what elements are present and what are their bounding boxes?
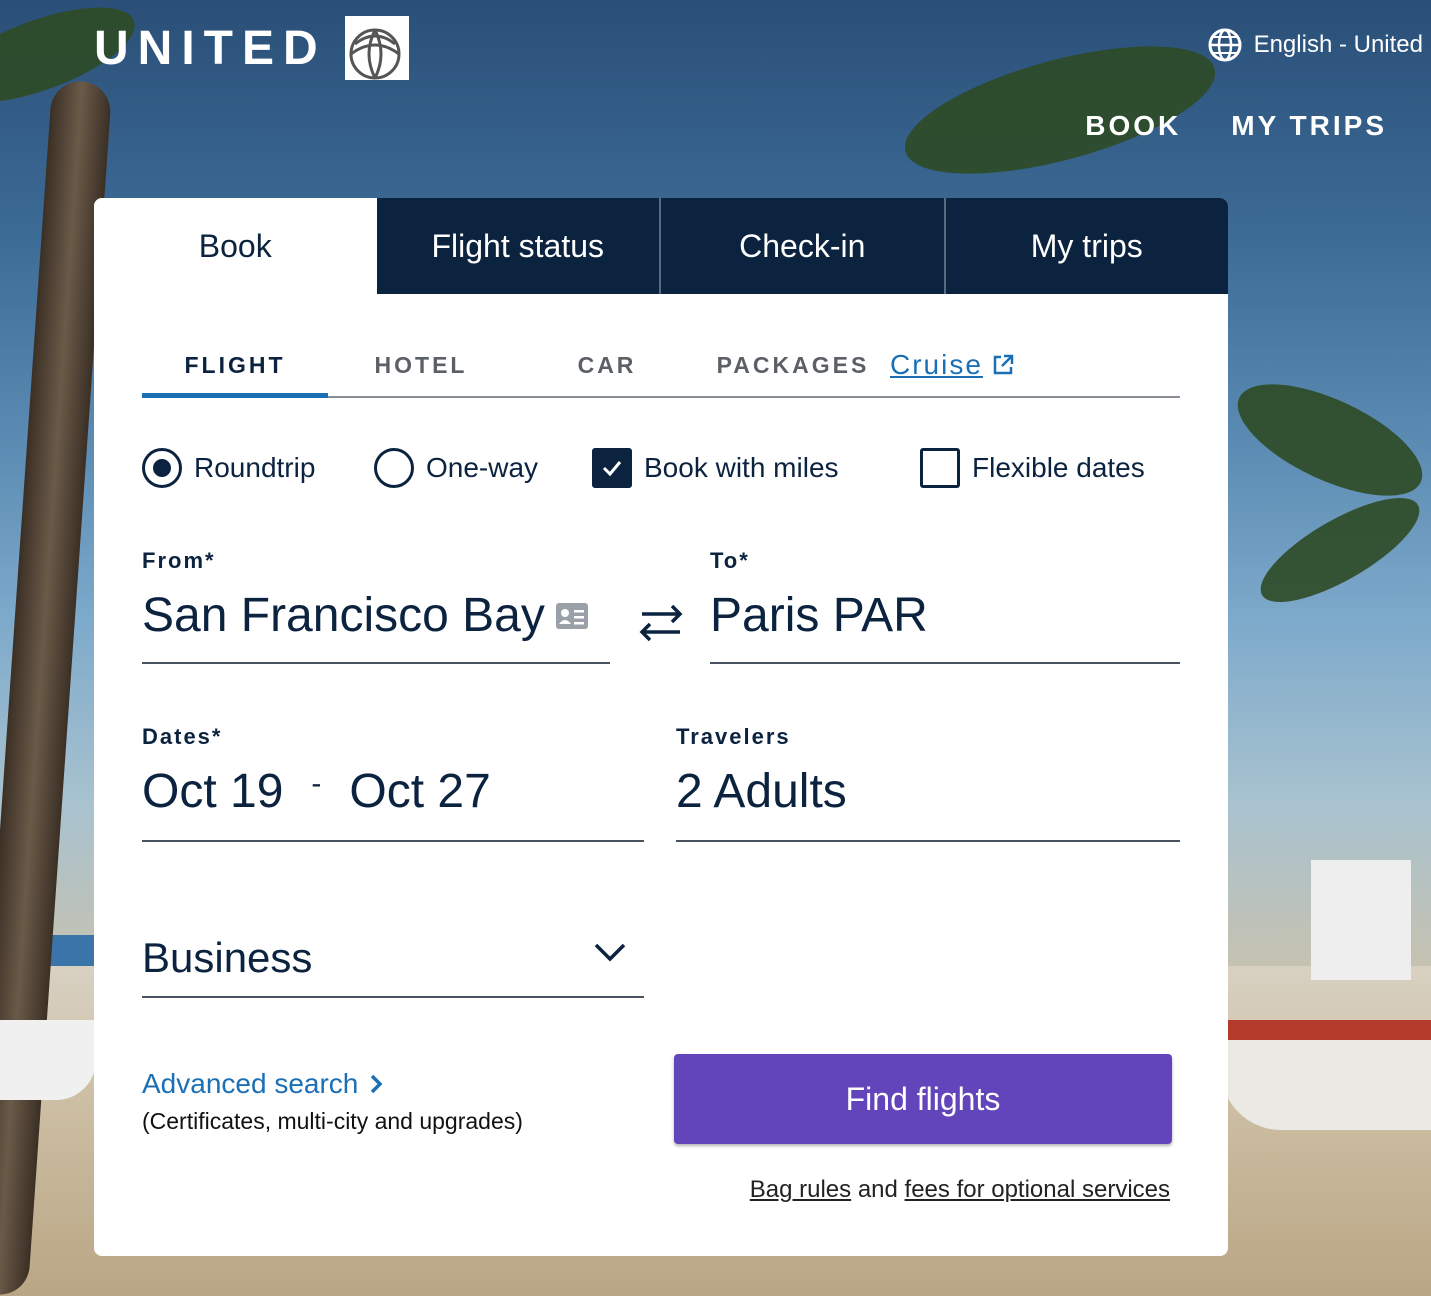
tab-my-trips[interactable]: My trips [943, 198, 1228, 294]
from-field[interactable]: From* San Francisco Bay ... [142, 548, 610, 664]
booking-type-tabs: FLIGHT HOTEL CAR PACKAGES Cruise [142, 334, 1180, 398]
logo-wordmark: UNITED [94, 21, 327, 75]
oneway-option[interactable]: One-way [374, 448, 538, 488]
from-value-row: San Francisco Bay ... [142, 588, 610, 643]
travelers-value[interactable]: 2 Adults [676, 764, 1180, 819]
dates-value-row: Oct 19 - Oct 27 [142, 764, 644, 819]
chevron-down-icon [594, 943, 626, 962]
book-with-miles-label: Book with miles [644, 452, 839, 483]
depart-date[interactable]: Oct 19 [142, 764, 283, 819]
advanced-search-link[interactable]: Advanced search [142, 1068, 523, 1100]
bag-fees-line: Bag rules and fees for optional services [750, 1176, 1170, 1204]
subtab-hotel[interactable]: HOTEL [328, 334, 514, 396]
flexible-dates-checkbox[interactable] [920, 448, 960, 488]
language-selector[interactable]: English - United [1208, 28, 1423, 62]
tab-flight-status[interactable]: Flight status [376, 198, 659, 294]
dates-label: Dates* [142, 724, 223, 749]
advanced-search-description: (Certificates, multi-city and upgrades) [142, 1108, 523, 1134]
optional-fees-link[interactable]: fees for optional services [905, 1176, 1170, 1203]
swap-icon[interactable] [636, 598, 686, 648]
building [1311, 860, 1411, 980]
booking-card: Book Flight status Check-in My trips FLI… [94, 198, 1228, 1256]
cabin-value: Business [142, 934, 313, 981]
cruise-label: Cruise [890, 349, 983, 380]
to-input[interactable]: Paris PAR [710, 588, 1180, 643]
language-label: English - United [1253, 31, 1423, 58]
book-with-miles-option[interactable]: Book with miles [592, 448, 839, 488]
book-with-miles-checkbox[interactable] [592, 448, 632, 488]
tab-book[interactable]: Book [94, 198, 377, 294]
globe-icon [1208, 28, 1242, 62]
travelers-label: Travelers [676, 724, 791, 749]
palm-tree-left [0, 0, 146, 1296]
subtab-car[interactable]: CAR [514, 334, 700, 396]
nav-book[interactable]: BOOK [1085, 110, 1181, 142]
flexible-dates-label: Flexible dates [972, 452, 1145, 483]
roundtrip-option[interactable]: Roundtrip [142, 448, 315, 488]
flexible-dates-option[interactable]: Flexible dates [920, 448, 1145, 488]
bag-rules-link[interactable]: Bag rules [750, 1176, 851, 1203]
to-field[interactable]: To* Paris PAR [710, 548, 1180, 664]
roundtrip-radio[interactable] [142, 448, 182, 488]
return-date[interactable]: Oct 27 [349, 764, 490, 819]
main-tabs: Book Flight status Check-in My trips [94, 198, 1228, 294]
subtab-packages[interactable]: PACKAGES [700, 334, 886, 396]
date-separator: - [311, 767, 322, 800]
cabin-select[interactable]: Business [142, 928, 644, 998]
to-label: To* [710, 548, 750, 573]
travelers-field[interactable]: Travelers 2 Adults [676, 724, 1180, 842]
checkmark-icon [602, 461, 622, 477]
oneway-radio[interactable] [374, 448, 414, 488]
advanced-search: Advanced search (Certificates, multi-cit… [142, 1068, 523, 1135]
nav-my-trips[interactable]: MY TRIPS [1231, 110, 1387, 142]
tab-check-in[interactable]: Check-in [659, 198, 944, 294]
boat-left [0, 1020, 96, 1100]
find-flights-button[interactable]: Find flights [674, 1054, 1172, 1144]
top-navigation: BOOK MY TRIPS [1085, 110, 1387, 142]
dates-field[interactable]: Dates* Oct 19 - Oct 27 [142, 724, 644, 842]
subtab-cruise[interactable]: Cruise [886, 334, 1072, 396]
roundtrip-label: Roundtrip [194, 452, 316, 483]
advanced-search-label: Advanced search [142, 1068, 359, 1099]
trip-options: Roundtrip One-way Book with miles Flexib… [142, 448, 1182, 492]
chevron-right-icon [371, 1074, 383, 1094]
external-link-icon [993, 354, 1014, 375]
oneway-label: One-way [426, 452, 539, 483]
contact-card-icon[interactable] [554, 600, 590, 632]
from-label: From* [142, 548, 216, 573]
subtab-flight[interactable]: FLIGHT [142, 334, 328, 398]
united-logo[interactable]: UNITED [94, 16, 409, 80]
boat-right [1221, 1020, 1431, 1130]
bag-and-text: and [857, 1176, 898, 1203]
from-input[interactable]: San Francisco Bay ... [142, 588, 562, 643]
globe-logo-icon [344, 16, 409, 80]
